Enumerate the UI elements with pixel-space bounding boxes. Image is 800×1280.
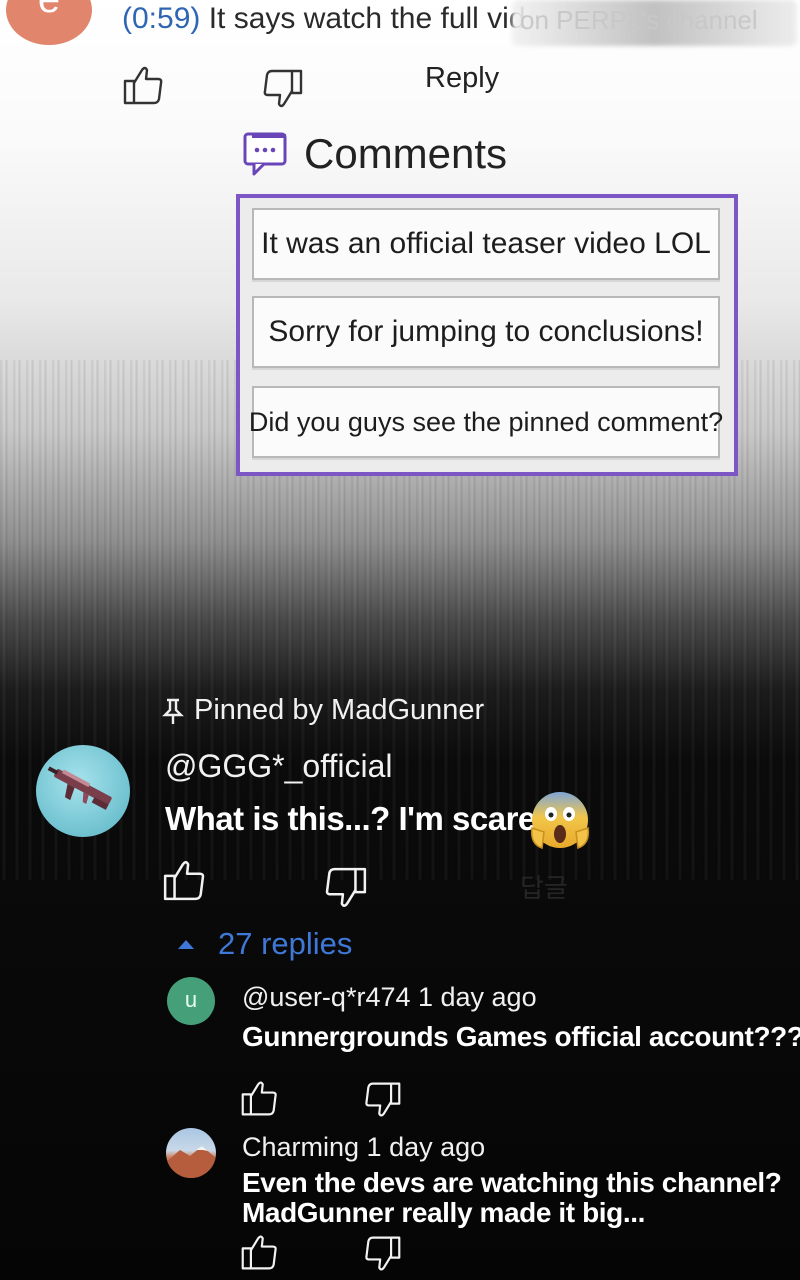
pinned-label: Pinned by MadGunner: [162, 694, 484, 727]
like-button[interactable]: [240, 1232, 280, 1272]
comment-body: What is this...? I'm scared...: [165, 800, 582, 837]
replies-toggle[interactable]: 27 replies: [176, 926, 352, 962]
avatar-letter: u: [184, 987, 198, 1012]
avatar-letter: e: [38, 0, 60, 21]
comment-body: It says watch the full vid: [200, 2, 526, 35]
avatar-ggg[interactable]: [36, 745, 130, 837]
avatar-u[interactable]: u: [167, 977, 215, 1025]
thumbs-down-icon: [263, 69, 303, 108]
comment-bubble-icon: [243, 132, 287, 176]
comment-choice-panel: It was an official teaser video LOL Sorr…: [236, 194, 738, 476]
like-button[interactable]: [162, 858, 208, 902]
choice-option-2[interactable]: Sorry for jumping to conclusions!: [252, 296, 720, 368]
mountain-icon: [166, 1146, 216, 1178]
thumbs-down-icon: [365, 1236, 401, 1271]
like-button[interactable]: [122, 64, 166, 106]
dislike-button[interactable]: [322, 866, 368, 910]
top-comment-text: (0:59) It says watch the full vid: [122, 2, 526, 36]
dislike-button[interactable]: [362, 1234, 402, 1274]
dislike-button[interactable]: [362, 1080, 402, 1120]
rifle-icon: [47, 766, 112, 810]
reply-meta: @user-q*r474 1 day ago: [242, 982, 537, 1012]
caret-up-icon: [178, 940, 194, 949]
timestamp-link[interactable]: (0:59): [122, 2, 200, 35]
thumbs-down-icon: [365, 1082, 401, 1117]
screaming-face-icon: [528, 788, 592, 852]
reply-meta: Charming 1 day ago: [242, 1132, 486, 1162]
thumbs-up-icon: [163, 860, 205, 901]
pinned-text: Pinned by MadGunner: [194, 694, 485, 726]
avatar-e[interactable]: e: [6, 0, 92, 45]
choice-option-3[interactable]: Did you guys see the pinned comment?: [249, 386, 723, 458]
reply-body-line-2: MadGunner really made it big...: [242, 1197, 646, 1228]
like-button[interactable]: [240, 1078, 280, 1118]
thumbs-up-icon: [241, 1081, 277, 1116]
replies-count: 27 replies: [218, 926, 353, 961]
choice-option-1[interactable]: It was an official teaser video LOL: [252, 208, 720, 280]
dislike-button[interactable]: [260, 68, 304, 110]
comments-header: Comments: [242, 130, 507, 178]
thumbs-down-icon: [325, 867, 367, 908]
reply-button-faded[interactable]: 답글: [520, 868, 568, 905]
comment-handle[interactable]: @GGG*_official: [165, 748, 393, 785]
thumbs-up-icon: [241, 1235, 277, 1270]
avatar-charming[interactable]: [166, 1128, 216, 1178]
comments-title: Comments: [304, 130, 508, 177]
thumbs-up-icon: [123, 66, 163, 105]
reply-button[interactable]: Reply: [425, 62, 499, 95]
pin-icon: [162, 698, 184, 724]
blurred-text: on PERPL's channel: [520, 5, 758, 35]
reply-body-line-1: Even the devs are watching this channel?: [242, 1167, 782, 1198]
reply-body: Gunnergrounds Games official account???: [242, 1021, 800, 1052]
